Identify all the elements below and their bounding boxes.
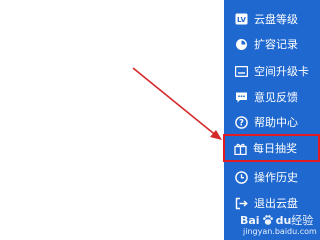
menu-item-expansion-record[interactable]: 扩容记录 (224, 29, 320, 59)
chat-bubble-icon (234, 90, 248, 104)
watermark-logo-suffix: du (275, 213, 292, 227)
level-badge-icon: LV (234, 12, 248, 26)
menu-item-label: 空间升级卡 (254, 65, 309, 78)
menu-item-label: 意见反馈 (254, 91, 298, 104)
exit-icon (234, 196, 248, 210)
menu-item-daily-lottery[interactable]: 每日抽奖 (223, 134, 320, 162)
side-menu: LV 云盘等级 扩容记录 空间升级卡 意见反馈 ? 帮助中心 每日抽奖 操作历史… (223, 0, 320, 240)
clock-icon (234, 170, 248, 184)
watermark-logo-tail: 经验 (291, 214, 314, 227)
menu-item-label: 每日抽奖 (253, 142, 297, 155)
menu-item-label: 云盘等级 (254, 13, 298, 26)
question-icon: ? (234, 115, 248, 129)
paw-icon (262, 214, 274, 226)
baidu-jingyan-watermark: Bai du 经验 (240, 212, 313, 228)
watermark-url: jingyan.baidu.com (243, 227, 317, 236)
svg-text:?: ? (239, 118, 244, 128)
pie-clock-icon (234, 37, 248, 51)
menu-item-label: 操作历史 (254, 171, 298, 184)
menu-item-label: 帮助中心 (254, 116, 298, 129)
menu-item-help-center[interactable]: ? 帮助中心 (224, 107, 320, 137)
svg-text:LV: LV (237, 16, 246, 24)
card-icon (234, 64, 248, 78)
gift-icon (233, 141, 247, 155)
menu-item-label: 退出云盘 (254, 197, 298, 210)
menu-item-label: 扩容记录 (254, 38, 298, 51)
watermark-logo-text: Bai (240, 213, 260, 227)
